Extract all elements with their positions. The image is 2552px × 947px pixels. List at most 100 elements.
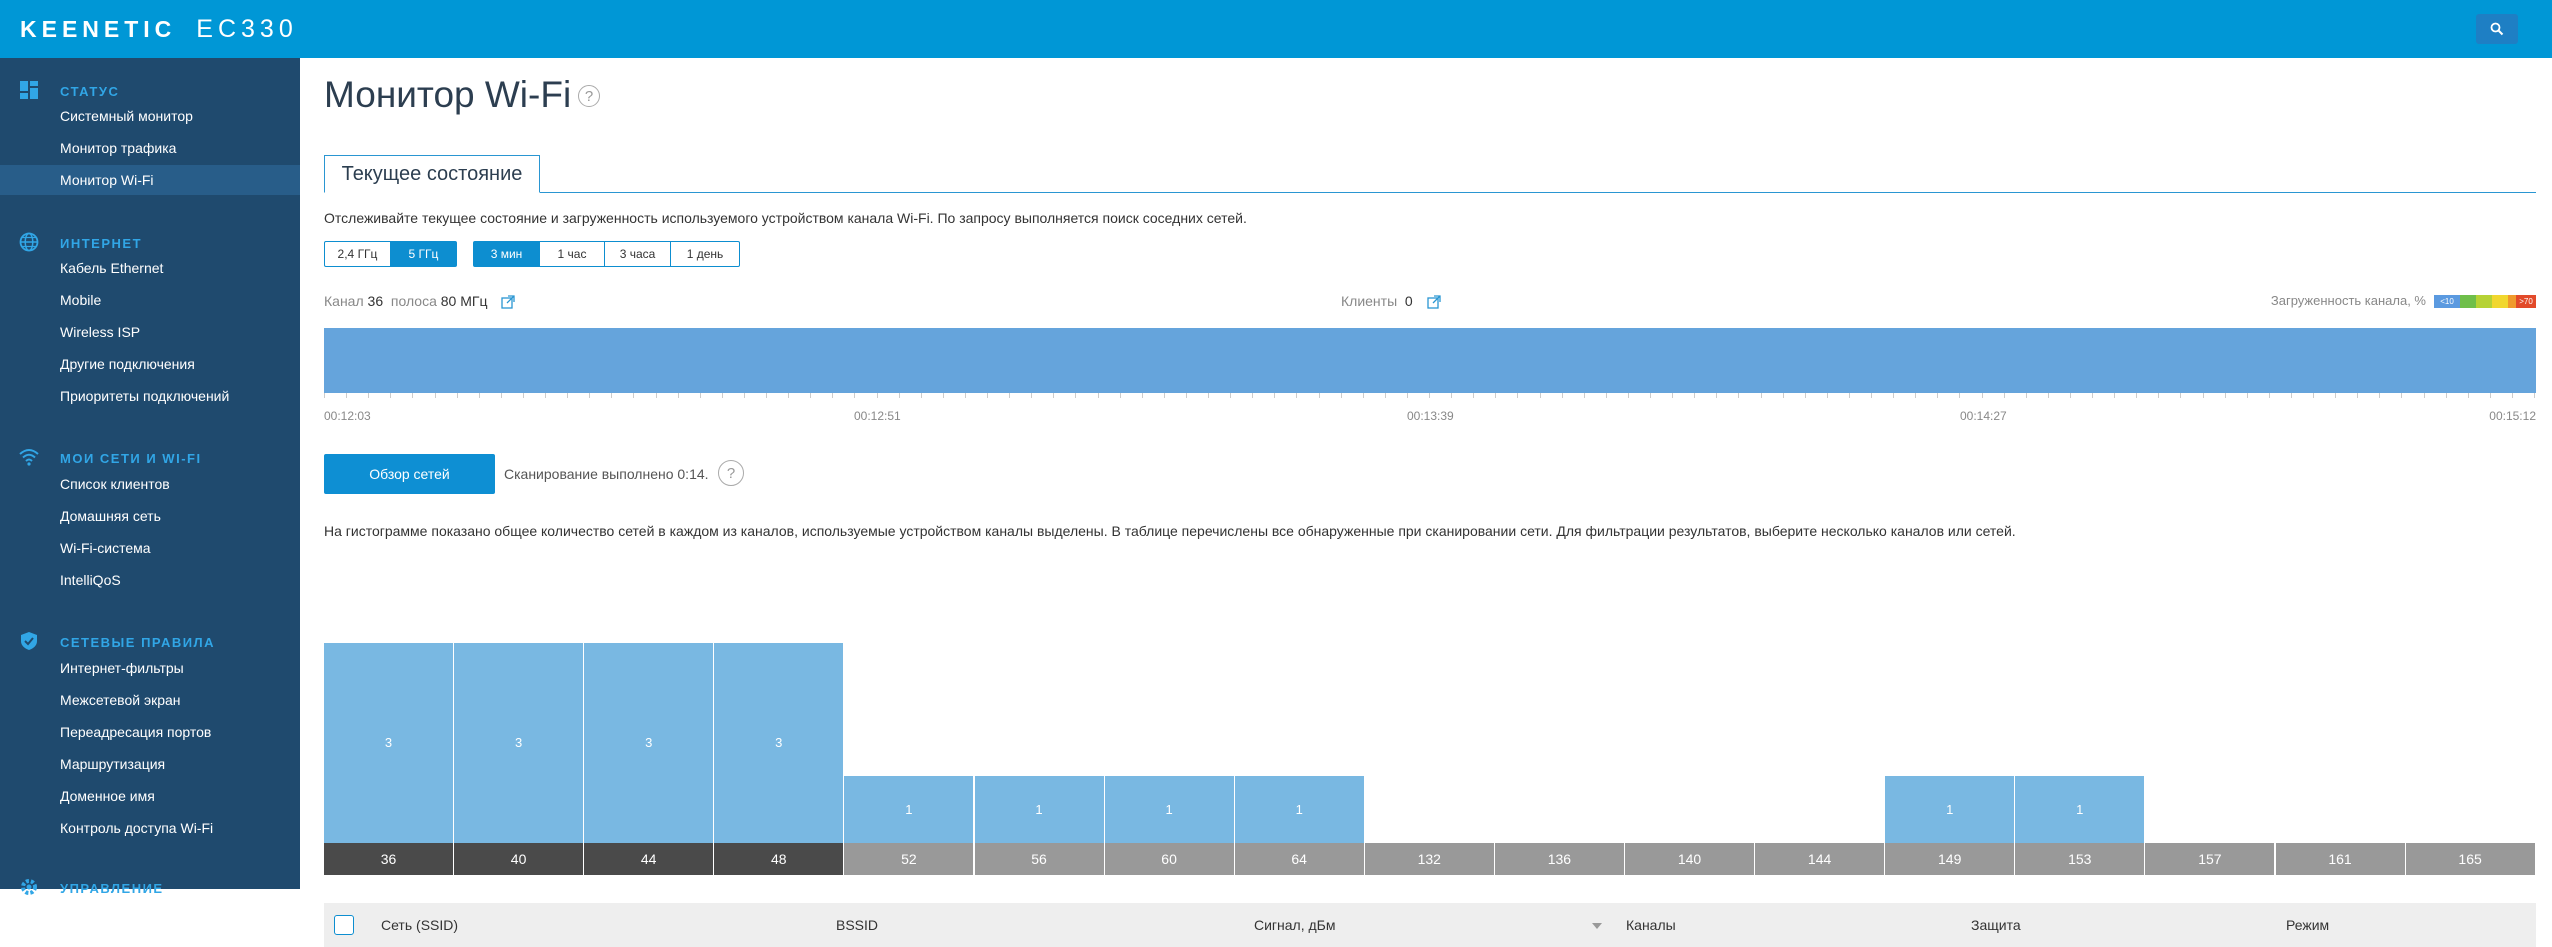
time-label: 00:14:27 <box>1960 409 2007 423</box>
time-tick <box>987 393 988 398</box>
histogram-column[interactable]: 3 40 <box>454 578 584 875</box>
sidebar-item-wifi-access-control[interactable]: Контроль доступа Wi-Fi <box>0 813 300 843</box>
sidebar-item-domain-name[interactable]: Доменное имя <box>0 781 300 811</box>
time-tick <box>2246 393 2248 398</box>
histogram-channel-label[interactable]: 36 <box>324 843 453 875</box>
column-channels[interactable]: Каналы <box>1626 917 1676 933</box>
histogram-column[interactable]: 144 <box>1755 578 1885 875</box>
histogram-channel-label[interactable]: 136 <box>1494 843 1624 875</box>
period-3hours-button[interactable]: 3 часа <box>605 242 671 266</box>
sidebar-item-wifi-system[interactable]: Wi-Fi-система <box>0 533 300 563</box>
histogram-column[interactable]: 165 <box>2405 578 2536 875</box>
tab-current-state[interactable]: Текущее состояние <box>324 155 540 193</box>
histogram-channel-label[interactable]: 165 <box>2405 843 2535 875</box>
period-1hour-button[interactable]: 1 час <box>540 242 605 266</box>
period-1day-button[interactable]: 1 день <box>671 242 739 266</box>
histogram-bar[interactable]: 1 <box>844 776 974 843</box>
time-tick <box>2114 393 2116 398</box>
sidebar-item-wifi-monitor[interactable]: Монитор Wi-Fi <box>0 165 300 195</box>
histogram-channel-label[interactable]: 44 <box>584 843 714 875</box>
histogram-channel-label[interactable]: 40 <box>454 843 584 875</box>
time-tick <box>1075 393 1077 398</box>
histogram-column[interactable]: 1 56 <box>974 578 1105 875</box>
period-3min-button[interactable]: 3 мин <box>474 242 540 266</box>
histogram-column[interactable]: 157 <box>2145 578 2275 875</box>
histogram-channel-label[interactable]: 56 <box>974 843 1104 875</box>
scan-networks-button[interactable]: Обзор сетей <box>324 454 495 494</box>
sidebar-item-mobile[interactable]: Mobile <box>0 285 300 315</box>
histogram-bar[interactable]: 3 <box>584 643 714 843</box>
sidebar-item-port-forwarding[interactable]: Переадресация портов <box>0 717 300 747</box>
load-legend-step <box>2476 295 2492 308</box>
external-link-icon[interactable] <box>1426 295 1441 309</box>
histogram-column[interactable]: 1 153 <box>2015 578 2145 875</box>
histogram-bar[interactable]: 3 <box>324 643 453 843</box>
time-tick <box>1672 393 1674 398</box>
histogram-column[interactable]: 1 64 <box>1234 578 1365 875</box>
histogram-channel-label[interactable]: 132 <box>1364 843 1494 875</box>
histogram-channel-label[interactable]: 52 <box>844 843 974 875</box>
sidebar-item-home-network[interactable]: Домашняя сеть <box>0 501 300 531</box>
time-tick <box>1583 393 1585 398</box>
band-5ghz-button[interactable]: 5 ГГц <box>391 242 456 266</box>
scan-help-icon[interactable]: ? <box>718 460 744 486</box>
histogram-column[interactable]: 3 44 <box>584 578 714 875</box>
histogram-channel-label[interactable]: 161 <box>2275 843 2405 875</box>
search-button[interactable] <box>2476 14 2518 44</box>
histogram-column[interactable]: 136 <box>1494 578 1625 875</box>
histogram-column[interactable]: 3 48 <box>714 578 844 875</box>
column-security[interactable]: Защита <box>1971 917 2021 933</box>
histogram-column[interactable]: 1 60 <box>1104 578 1235 875</box>
channel-load-chart <box>324 328 2536 393</box>
column-mode[interactable]: Режим <box>2286 917 2329 933</box>
help-icon[interactable]: ? <box>578 85 600 107</box>
histogram-column[interactable]: 1 52 <box>844 578 974 875</box>
sidebar-item-ethernet[interactable]: Кабель Ethernet <box>0 253 300 283</box>
histogram-column[interactable]: 140 <box>1625 578 1755 875</box>
histogram-bar[interactable]: 1 <box>1234 776 1364 843</box>
histogram-column[interactable]: 161 <box>2275 578 2406 875</box>
column-ssid[interactable]: Сеть (SSID) <box>381 917 458 933</box>
column-signal[interactable]: Сигнал, дБм <box>1254 917 1335 933</box>
time-tick <box>1605 393 1607 398</box>
histogram-column[interactable]: 3 36 <box>324 578 454 875</box>
time-tick <box>2224 393 2226 398</box>
histogram-channel-label[interactable]: 144 <box>1755 843 1885 875</box>
histogram-channel-label[interactable]: 64 <box>1234 843 1364 875</box>
sidebar-item-connection-priorities[interactable]: Приоритеты подключений <box>0 381 300 411</box>
sidebar-item-routing[interactable]: Маршрутизация <box>0 749 300 779</box>
logo[interactable]: KEENETIC EC330 <box>20 14 298 44</box>
external-link-icon[interactable] <box>501 295 516 309</box>
select-all-checkbox[interactable] <box>334 915 354 935</box>
histogram-channel-label[interactable]: 149 <box>1885 843 2015 875</box>
time-tick <box>1185 393 1187 398</box>
histogram-bar[interactable]: 1 <box>974 776 1104 843</box>
histogram-bar[interactable]: 1 <box>2015 776 2145 843</box>
histogram-bar[interactable]: 1 <box>1104 776 1234 843</box>
histogram-channel-label[interactable]: 60 <box>1104 843 1234 875</box>
histogram-channel-label[interactable]: 140 <box>1625 843 1754 875</box>
sidebar-item-other-connections[interactable]: Другие подключения <box>0 349 300 379</box>
time-tick <box>1406 393 1408 398</box>
band-2-4ghz-button[interactable]: 2,4 ГГц <box>325 242 391 266</box>
histogram-column[interactable]: 1 149 <box>1885 578 2015 875</box>
time-tick <box>2202 393 2204 398</box>
sidebar-item-intelliqos[interactable]: IntelliQoS <box>0 565 300 595</box>
time-tick <box>1296 393 1298 398</box>
column-bssid[interactable]: BSSID <box>836 917 878 933</box>
sort-desc-icon[interactable] <box>1592 923 1602 929</box>
sidebar-item-client-list[interactable]: Список клиентов <box>0 469 300 499</box>
sidebar-item-system-monitor[interactable]: Системный монитор <box>0 101 300 131</box>
histogram-channel-label[interactable]: 48 <box>714 843 844 875</box>
sidebar-item-internet-filters[interactable]: Интернет-фильтры <box>0 653 300 683</box>
time-tick <box>1627 393 1629 398</box>
histogram-bar[interactable]: 3 <box>714 643 844 843</box>
histogram-channel-label[interactable]: 153 <box>2015 843 2145 875</box>
histogram-channel-label[interactable]: 157 <box>2145 843 2275 875</box>
histogram-bar[interactable]: 1 <box>1885 776 2015 843</box>
sidebar-item-wireless-isp[interactable]: Wireless ISP <box>0 317 300 347</box>
sidebar-item-traffic-monitor[interactable]: Монитор трафика <box>0 133 300 163</box>
histogram-column[interactable]: 132 <box>1364 578 1495 875</box>
sidebar-item-firewall[interactable]: Межсетевой экран <box>0 685 300 715</box>
histogram-bar[interactable]: 3 <box>454 643 584 843</box>
